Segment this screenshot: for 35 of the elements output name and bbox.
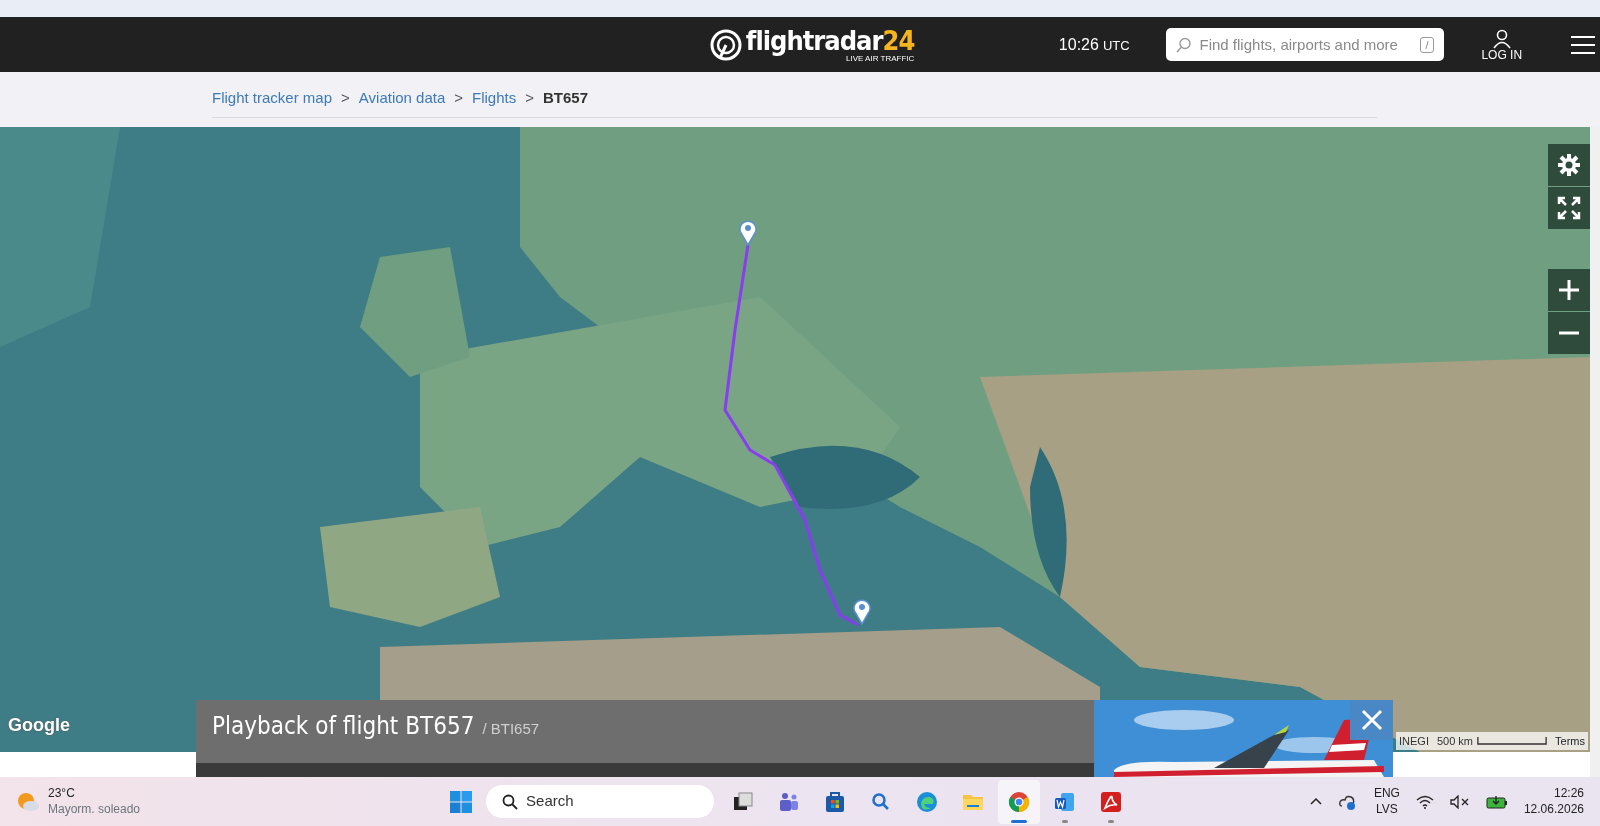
windows-icon [449, 789, 474, 814]
browser-icon [915, 789, 940, 814]
user-icon [1491, 28, 1512, 49]
keyboard-layout: LVS [1375, 801, 1399, 818]
language-indicator[interactable]: ENG LVS [1373, 785, 1400, 818]
language-code: ENG [1373, 785, 1400, 802]
search-label: Search [526, 791, 574, 812]
muted-speaker-icon[interactable] [1449, 794, 1470, 809]
radar-logo-icon [709, 28, 742, 61]
weather-condition: Mayorm. soleado [48, 801, 141, 818]
breadcrumb-link[interactable]: Flight tracker map [212, 87, 333, 110]
breadcrumb-separator: > [525, 88, 534, 109]
breadcrumb-link[interactable]: Flights [472, 87, 517, 110]
tagline: LIVE AIR TRAFFIC [846, 54, 915, 63]
login-button[interactable]: LOG IN [1475, 27, 1529, 62]
pdf-icon [1099, 789, 1124, 814]
search-icon [502, 793, 519, 810]
shortcut-key: / [1420, 37, 1434, 53]
taskbar-time: 12:26 [1552, 785, 1584, 802]
logo-text[interactable]: flightradar24 [745, 26, 915, 54]
scrollbar[interactable] [1590, 127, 1600, 777]
menu-icon [1570, 35, 1596, 56]
breadcrumb-current: BT657 [543, 88, 589, 109]
clock-time: 10:26 [1058, 34, 1099, 55]
wifi-icon[interactable] [1415, 794, 1434, 809]
taskbar-search[interactable]: Search [486, 785, 715, 818]
temperature: 23°C [48, 785, 76, 802]
search-icon [1175, 37, 1192, 53]
time-zone: UTC [1102, 36, 1130, 55]
breadcrumb-separator: > [341, 88, 350, 109]
taskbar-date: 12.06.2026 [1523, 801, 1584, 818]
browser-icon [1007, 789, 1032, 814]
breadcrumb-link[interactable]: Aviation data [358, 87, 446, 110]
breadcrumb-separator: > [454, 88, 464, 109]
battery-icon[interactable] [1485, 794, 1508, 809]
